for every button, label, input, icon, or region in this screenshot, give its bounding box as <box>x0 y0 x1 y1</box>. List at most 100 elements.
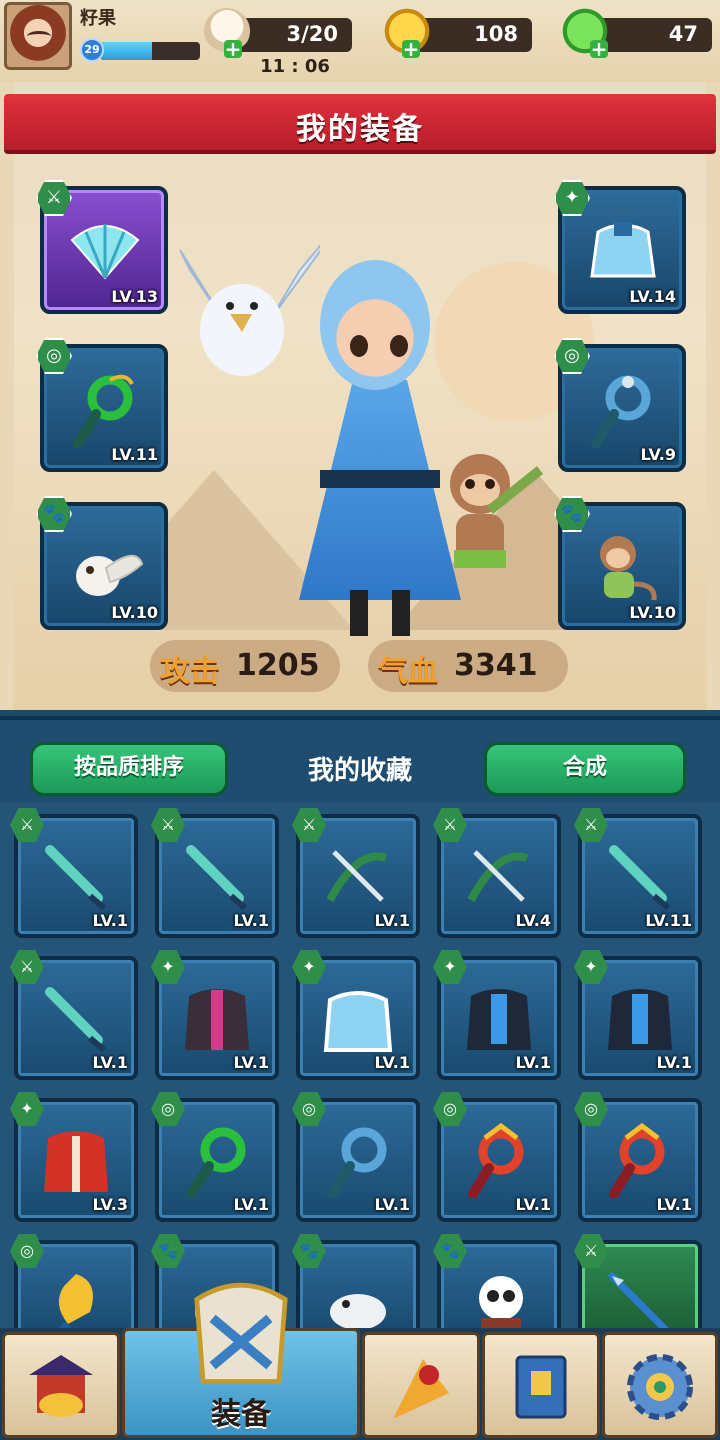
item-level: LV.1 <box>233 1053 269 1072</box>
settings-icon <box>627 1354 693 1420</box>
sort-by-quality-button[interactable]: 按品质排序 <box>30 742 228 796</box>
dagger-icon <box>186 845 247 911</box>
sword-type-icon: ⚔ <box>574 808 608 842</box>
character-eye <box>390 335 408 357</box>
sword-type-icon: ⚔ <box>151 808 185 842</box>
item-level: LV.1 <box>374 1195 410 1214</box>
collection-item[interactable]: ⚔ LV.4 <box>433 808 561 938</box>
paw-type-icon: 🐾 <box>292 1234 326 1268</box>
battle-icon <box>393 1359 449 1419</box>
collection-item[interactable]: ◎ LV.1 <box>433 1092 561 1222</box>
craft-button[interactable]: 合成 <box>484 742 686 796</box>
collection-item[interactable]: ◎ LV.1 <box>574 1092 702 1222</box>
paw-type-icon: 🐾 <box>433 1234 467 1268</box>
item-level: LV.1 <box>233 911 269 930</box>
item-level: LV.1 <box>656 1195 692 1214</box>
dagger-icon <box>609 845 670 911</box>
collection-item[interactable]: ⚔ LV.1 <box>292 808 420 938</box>
dagger-icon <box>45 845 106 911</box>
collection-item[interactable]: ⚔ LV.1 <box>10 950 138 1080</box>
character-head <box>320 260 430 390</box>
add-gold-leaf-button[interactable]: + <box>402 39 420 59</box>
collection-item[interactable]: 🐾 <box>292 1234 420 1338</box>
sword-type-icon: ⚔ <box>10 808 44 842</box>
robe-dark-icon <box>185 989 249 1050</box>
sword-type-icon: ⚔ <box>10 950 44 984</box>
ring-type-icon: ◎ <box>10 1234 44 1268</box>
item-level: LV.1 <box>515 1053 551 1072</box>
equip-slot-weapon[interactable]: ⚔ LV.13 <box>36 180 168 314</box>
collection-item[interactable]: ⚔ LV.11 <box>574 808 702 938</box>
equip-slot-accessory-right[interactable]: ◎ LV.9 <box>554 338 686 472</box>
paw-type-icon: 🐾 <box>151 1234 185 1268</box>
nav-tab-battle[interactable] <box>362 1332 480 1438</box>
nav-tab-settings[interactable] <box>602 1332 718 1438</box>
bottom-nav: 装备 <box>0 1282 720 1440</box>
attack-stat: 攻击 1205 <box>150 640 340 692</box>
equip-slot-pet-right[interactable]: 🐾 LV.10 <box>554 496 686 630</box>
equip-slot-armor[interactable]: ✦ LV.14 <box>554 180 686 314</box>
item-level: LV.1 <box>92 1053 128 1072</box>
add-stamina-button[interactable]: + <box>224 39 242 59</box>
owl-icon <box>76 555 144 596</box>
item-level: LV.4 <box>515 911 551 930</box>
equip-slot-accessory-left[interactable]: ◎ LV.11 <box>36 338 168 472</box>
fan-icon <box>70 224 140 280</box>
jade-pendant-icon <box>73 374 134 448</box>
axe-type-icon: ✦ <box>292 950 326 984</box>
collection-item[interactable]: ✦ LV.1 <box>574 950 702 1080</box>
jade-pendant-icon <box>591 375 651 448</box>
axe-type-icon: ✦ <box>433 950 467 984</box>
collection-item[interactable]: ⚔ <box>574 1234 702 1338</box>
equip-level: LV.10 <box>629 603 676 622</box>
equipment-title: 我的装备 <box>296 112 424 147</box>
collection-item[interactable]: ✦ LV.3 <box>10 1092 138 1222</box>
hp-value: 3341 <box>454 648 538 683</box>
crossbow-icon <box>467 850 529 902</box>
collection-item[interactable]: ⚔ LV.1 <box>10 808 138 938</box>
equip-level: LV.9 <box>640 445 676 464</box>
monkey-icon <box>600 536 657 601</box>
item-level: LV.1 <box>374 911 410 930</box>
axe-type-icon: ✦ <box>574 950 608 984</box>
player-level-badge: 29 <box>80 38 104 62</box>
pendant-red-icon <box>468 1122 524 1198</box>
item-level: LV.1 <box>233 1195 269 1214</box>
collection-item[interactable]: 🐾 <box>433 1234 561 1338</box>
item-level: LV.1 <box>656 1053 692 1072</box>
equip-slot-pet-left[interactable]: 🐾 LV.10 <box>36 496 168 630</box>
robe-blue-icon <box>608 989 672 1050</box>
collection-item[interactable]: ◎ LV.1 <box>292 1092 420 1222</box>
nav-tab-book[interactable] <box>482 1332 600 1438</box>
armor-icon <box>590 222 656 278</box>
collection-item[interactable]: ✦ LV.1 <box>151 950 279 1080</box>
ring-type-icon: ◎ <box>151 1092 185 1126</box>
dagger-icon <box>45 987 106 1053</box>
collection-item[interactable]: ✦ LV.1 <box>433 950 561 1080</box>
collection-item[interactable]: ◎ LV.1 <box>151 1092 279 1222</box>
stamina-timer: 11 : 06 <box>260 56 330 77</box>
crossbow-icon <box>326 850 388 902</box>
collection-item[interactable]: ✦ LV.1 <box>292 950 420 1080</box>
player-avatar[interactable] <box>4 2 72 70</box>
attack-value: 1205 <box>236 648 320 683</box>
hp-stat: 气血 3341 <box>368 640 568 692</box>
add-green-leaf-button[interactable]: + <box>590 39 608 59</box>
nav-tab-equipment-label: 装备 <box>211 1397 271 1432</box>
top-status-bar: 籽果 29 3/20 + 11 : 06 108 + 47 + <box>0 0 720 82</box>
item-level: LV.3 <box>92 1195 128 1214</box>
collection-item[interactable]: ⚔ LV.1 <box>151 808 279 938</box>
collection-header: 按品质排序 我的收藏 合成 <box>0 720 720 802</box>
ring-type-icon: ◎ <box>433 1092 467 1126</box>
ring-type-icon: ◎ <box>292 1092 326 1126</box>
nav-tab-shop[interactable] <box>2 1332 120 1438</box>
item-level: LV.1 <box>515 1195 551 1214</box>
sword-type-icon: ⚔ <box>292 808 326 842</box>
shop-icon <box>29 1355 93 1417</box>
character-eye <box>350 335 368 357</box>
green-leaf-value: 47 <box>668 22 698 46</box>
nav-tab-equipment[interactable]: 装备 <box>122 1282 360 1438</box>
robe-snow-icon <box>323 991 393 1052</box>
collection-item[interactable]: ◎ <box>10 1234 138 1340</box>
xp-bar <box>100 42 200 60</box>
